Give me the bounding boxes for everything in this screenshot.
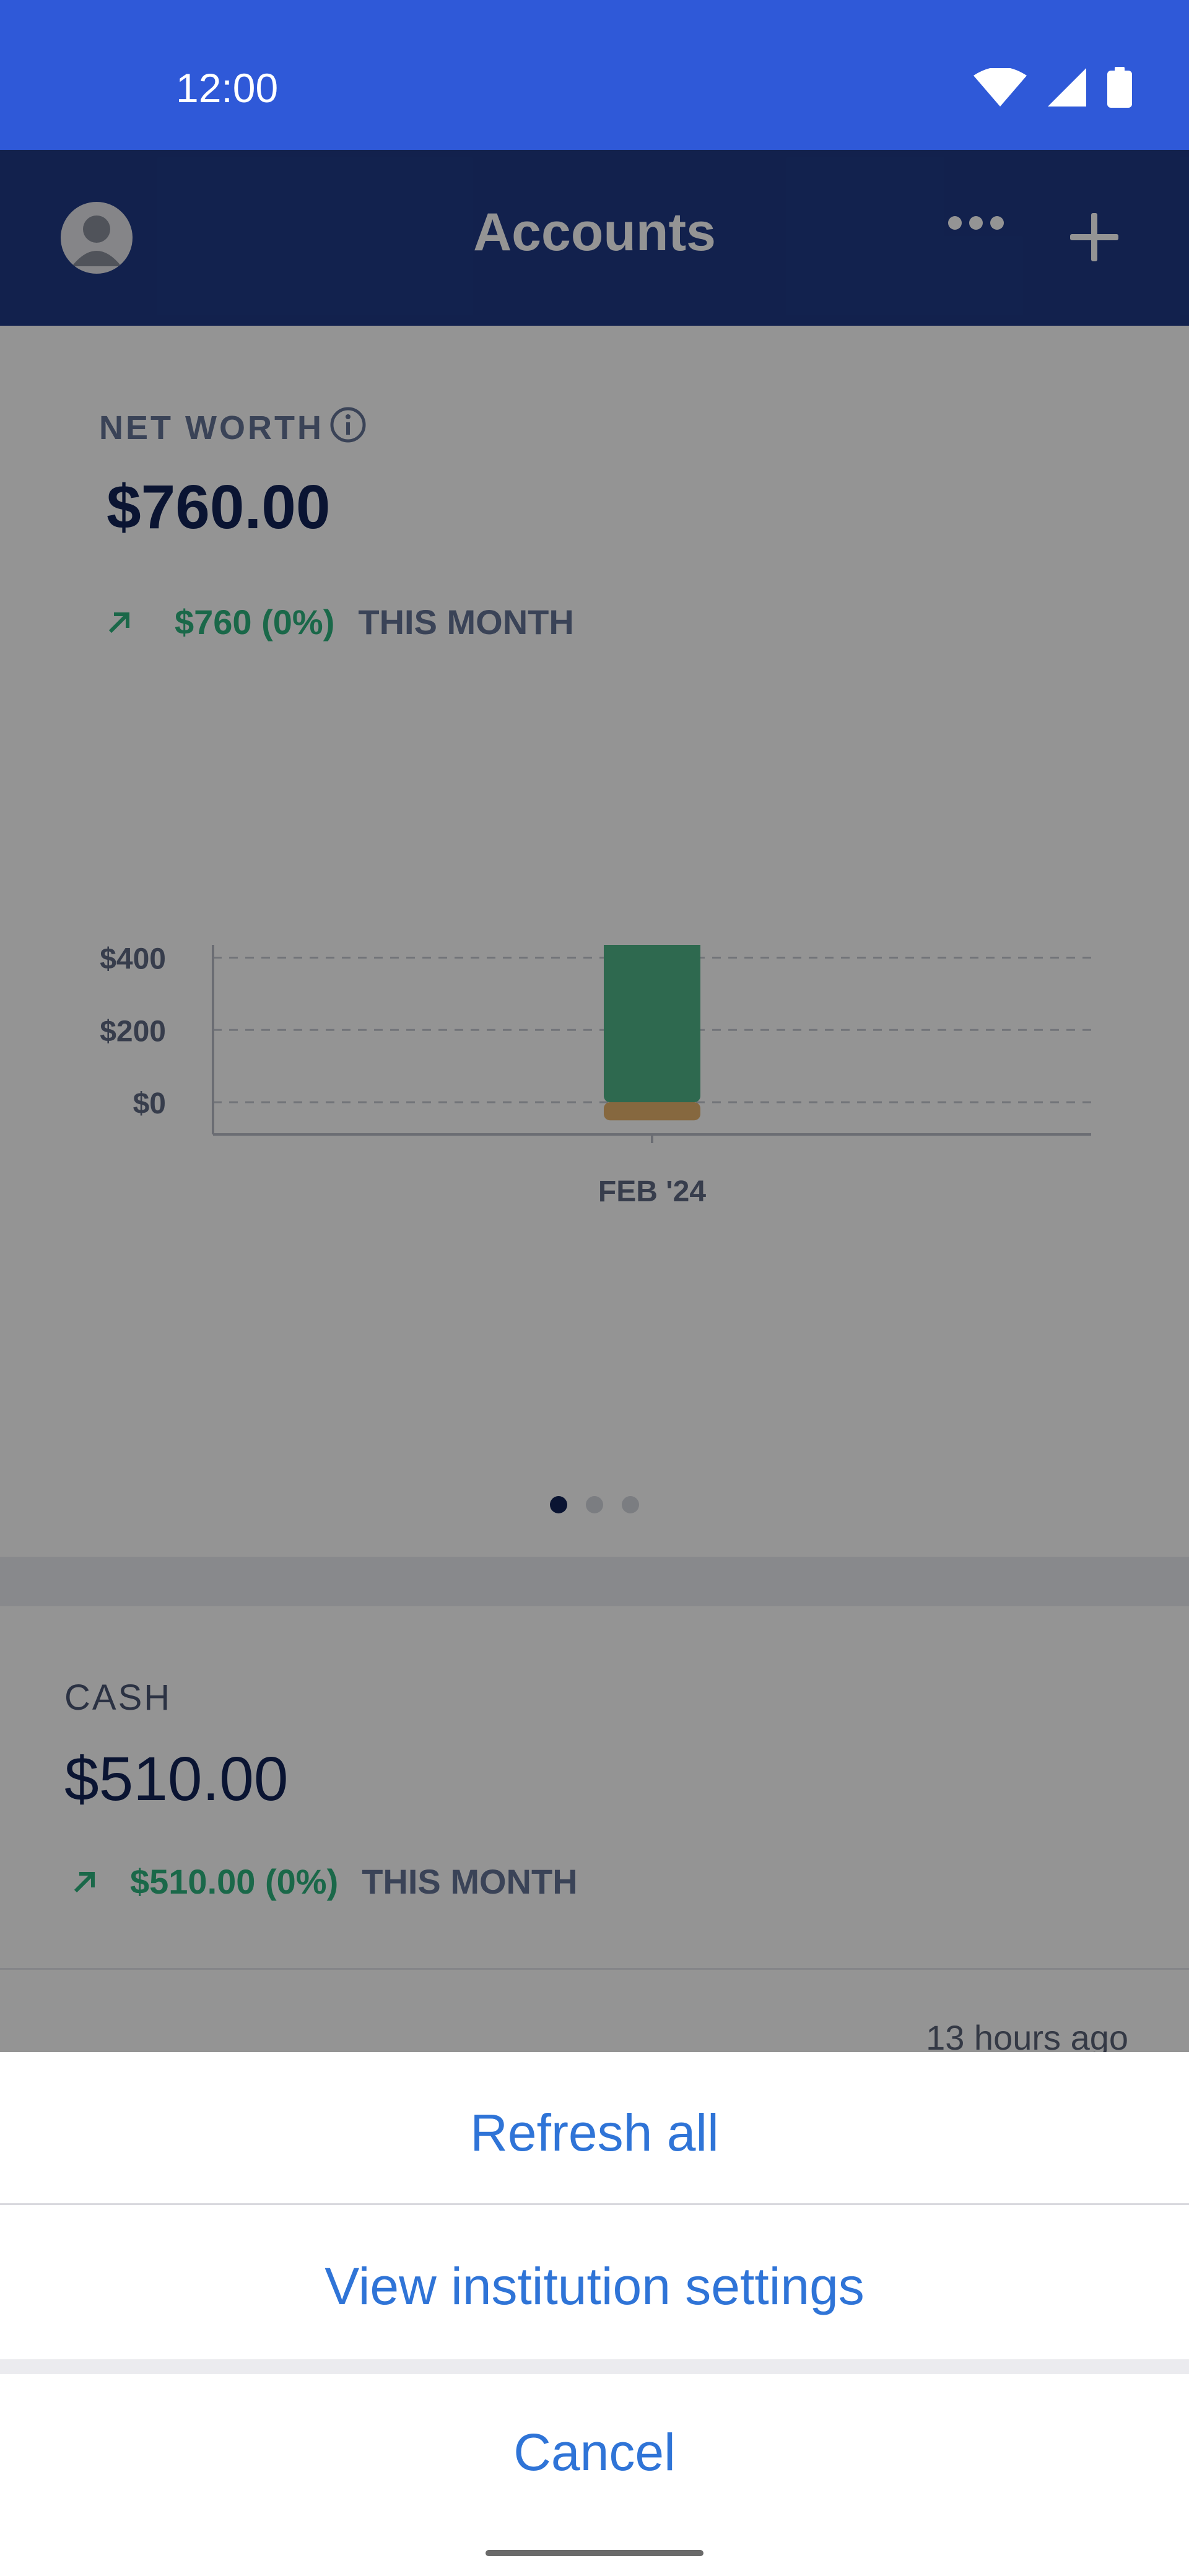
battery-icon (1107, 67, 1132, 108)
view-institution-settings-button[interactable]: View institution settings (0, 2256, 1189, 2317)
status-time: 12:00 (176, 65, 279, 111)
wifi-icon (973, 68, 1027, 107)
status-bar: 12:00 (0, 0, 1189, 150)
refresh-all-button[interactable]: Refresh all (0, 2103, 1189, 2163)
cancel-button[interactable]: Cancel (0, 2422, 1189, 2482)
modal-overlay[interactable] (0, 150, 1189, 2052)
action-sheet: Refresh all View institution settings Ca… (0, 2052, 1189, 2576)
signal-icon (1048, 68, 1086, 107)
home-indicator[interactable] (486, 2550, 703, 2556)
sheet-gap (0, 2359, 1189, 2374)
sheet-divider (0, 2203, 1189, 2205)
status-icons (973, 67, 1132, 108)
